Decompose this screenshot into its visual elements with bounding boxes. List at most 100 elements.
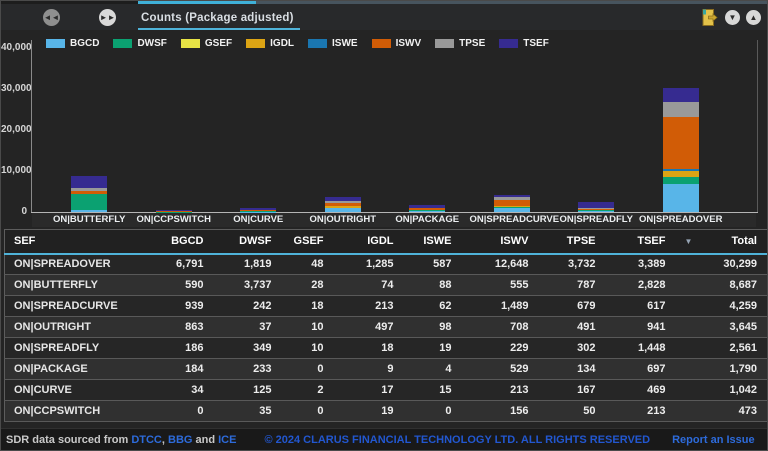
bar-segment-tpse[interactable] [662, 101, 699, 118]
count-cell: 0 [154, 400, 217, 422]
table-row[interactable]: ON|SPREADFLY 186 349 10 18 19 229 302 1,448 2,561 [4, 337, 767, 359]
count-cell: 1,042 [678, 379, 767, 401]
column-header-sef[interactable]: SEF [4, 229, 155, 255]
bar-segment-bgcd[interactable] [493, 208, 530, 212]
count-cell: 30,299 [678, 253, 767, 275]
sort-desc-icon[interactable]: ▼ [685, 237, 693, 246]
column-header-label: GSEF [293, 235, 324, 248]
sef-cell: ON|SPREADCURVE [4, 295, 155, 317]
export-button[interactable] [701, 8, 719, 27]
count-cell: 679 [541, 295, 609, 317]
count-cell: 491 [541, 316, 609, 338]
column-header-tsef[interactable]: TSEF [608, 229, 679, 255]
count-cell: 213 [464, 379, 542, 401]
count-cell: 1,285 [336, 253, 407, 275]
count-cell: 242 [216, 295, 285, 317]
link-bbg[interactable]: BBG [168, 434, 192, 446]
x-axis-label: ON|CURVE [233, 214, 284, 225]
count-cell: 167 [541, 379, 609, 401]
bar-on-outright [324, 197, 361, 212]
y-tick-label: 30,000 [1, 83, 32, 94]
bar-on-ccpswitch [155, 210, 192, 212]
link-ice[interactable]: ICE [218, 434, 236, 446]
count-cell: 2 [284, 379, 337, 401]
table-row[interactable]: ON|SPREADOVER 6,791 1,819 48 1,285 587 12,648 3… [4, 253, 767, 275]
stacked-bar-chart: BGCD DWSF GSEF IGDL ISWE ISWV TPSE TSEF 40,000 3… [1, 30, 767, 227]
table-row[interactable]: ON|CCPSWITCH 0 35 0 19 0 156 50 213 473 [4, 400, 767, 422]
sef-cell: ON|BUTTERFLY [4, 274, 155, 296]
bar-segment-bgcd[interactable] [662, 184, 699, 212]
count-cell: 37 [216, 316, 285, 338]
table-row[interactable]: ON|PACKAGE 184 233 0 9 4 529 134 697 1,790 [4, 358, 767, 380]
bar-segment-dwsf[interactable] [662, 176, 699, 185]
table-row[interactable]: ON|CURVE 34 125 2 17 15 213 167 469 1,042 [4, 379, 767, 401]
count-cell: 3,732 [541, 253, 609, 275]
column-header-dwsf[interactable]: DWSF [216, 229, 285, 255]
bar-segment-tsef[interactable] [71, 176, 108, 189]
column-header-bgcd[interactable]: BGCD [154, 229, 217, 255]
bar-segment-bgcd[interactable] [324, 208, 361, 212]
collapse-all-button[interactable]: ▼ [725, 10, 740, 25]
count-cell: 156 [464, 400, 542, 422]
tab-counts-package-adjusted[interactable]: Counts (Package adjusted) [138, 8, 300, 30]
column-header-tpse[interactable]: TPSE [541, 229, 609, 255]
bar-segment-bgcd[interactable] [409, 211, 446, 212]
column-header-label: IGDL [367, 235, 394, 248]
bar-segment-dwsf[interactable] [71, 194, 108, 210]
count-cell: 88 [406, 274, 465, 296]
x-axis-label: ON|SPREADCURVE [469, 214, 560, 225]
count-cell: 10 [284, 316, 337, 338]
x-axis-label: ON|BUTTERFLY [52, 214, 126, 225]
count-cell: 74 [336, 274, 407, 296]
count-cell: 0 [284, 358, 337, 380]
count-cell: 15 [406, 379, 465, 401]
count-cell: 0 [284, 400, 337, 422]
count-cell: 213 [336, 295, 407, 317]
count-cell: 48 [284, 253, 337, 275]
sdr-source-text: SDR data sourced from [6, 433, 129, 446]
column-header-iswe[interactable]: ISWE [406, 229, 465, 255]
count-cell: 50 [541, 400, 609, 422]
table-row[interactable]: ON|OUTRIGHT 863 37 10 497 98 708 491 941 3,645 [4, 316, 767, 338]
column-header-total[interactable]: ▼ Total [678, 229, 767, 255]
count-cell: 19 [406, 337, 465, 359]
bar-segment-bgcd[interactable] [71, 209, 108, 212]
expand-all-button[interactable]: ▲ [746, 10, 761, 25]
count-cell: 587 [406, 253, 465, 275]
skip-back-button[interactable]: ◄◄ [43, 9, 60, 26]
count-cell: 3,737 [216, 274, 285, 296]
column-header-igdl[interactable]: IGDL [336, 229, 407, 255]
and-text: and [192, 433, 219, 446]
report-issue-link[interactable]: Report an Issue [672, 434, 755, 446]
sdr-view-window: ◄◄ ►► Counts (Package adjusted) ▼ ▲ BGCD… [0, 0, 768, 451]
table-row[interactable]: ON|BUTTERFLY 590 3,737 28 74 88 555 787 2,828 8,6… [4, 274, 767, 296]
column-header-label: ISWV [500, 235, 529, 248]
link-dtcc[interactable]: DTCC [131, 434, 162, 446]
column-header-gsef[interactable]: GSEF [284, 229, 337, 255]
count-cell: 1,489 [464, 295, 542, 317]
sef-cell: ON|CURVE [4, 379, 155, 401]
bar-segment-bgcd[interactable] [578, 211, 615, 212]
bar-segment-tsef[interactable] [662, 87, 699, 102]
count-cell: 3,645 [678, 316, 767, 338]
count-cell: 186 [154, 337, 217, 359]
skip-forward-button[interactable]: ►► [99, 9, 116, 26]
sef-counts-table: SEF BGCD DWSF GSEF IGDL ISWE ISWV TPSE TSEF ▼ Tota… [4, 229, 767, 422]
column-header-label: BGCD [171, 235, 204, 248]
count-cell: 941 [608, 316, 679, 338]
table-row[interactable]: ON|SPREADCURVE 939 242 18 213 62 1,489 679 617 4,… [4, 295, 767, 317]
plot-right-border [757, 40, 758, 212]
column-header-iswv[interactable]: ISWV [464, 229, 542, 255]
y-axis-line [31, 40, 32, 212]
chevron-up-icon: ▲ [749, 12, 758, 22]
sef-cell: ON|SPREADFLY [4, 337, 155, 359]
count-cell: 4 [406, 358, 465, 380]
count-cell: 473 [678, 400, 767, 422]
count-cell: 62 [406, 295, 465, 317]
page-title: Counts (Package adjusted) [141, 12, 294, 24]
count-cell: 1,819 [216, 253, 285, 275]
bar-on-spreadcurve [493, 194, 530, 212]
bar-segment-iswv[interactable] [662, 117, 699, 169]
count-cell: 497 [336, 316, 407, 338]
count-cell: 787 [541, 274, 609, 296]
